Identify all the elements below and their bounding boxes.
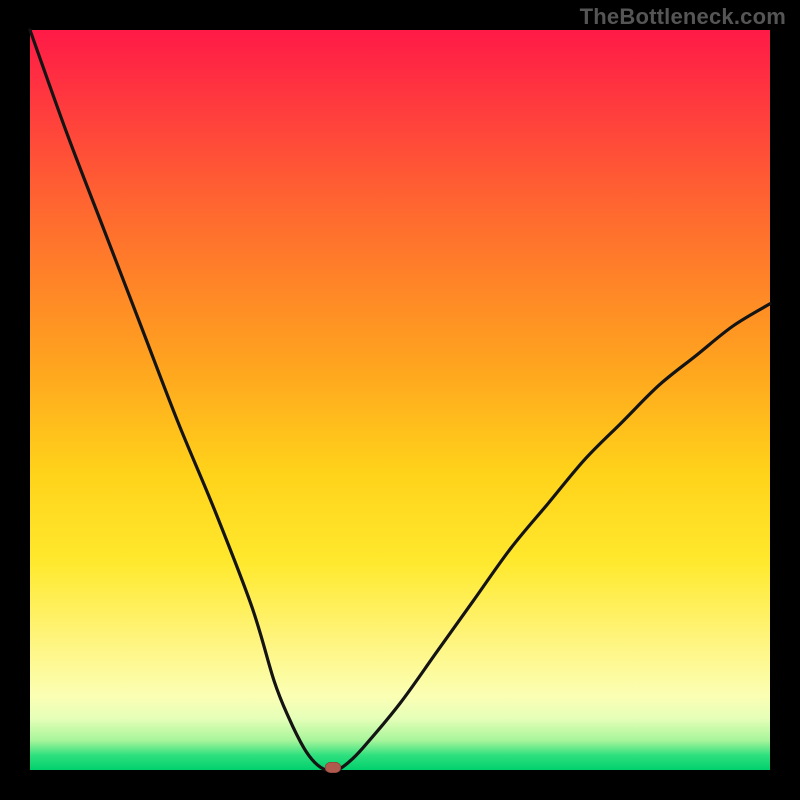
watermark-text: TheBottleneck.com: [580, 4, 786, 30]
curve-svg: [30, 30, 770, 770]
chart-frame: TheBottleneck.com: [0, 0, 800, 800]
plot-area: [30, 30, 770, 770]
bottleneck-curve: [30, 30, 770, 771]
optimal-point-marker: [325, 762, 341, 773]
